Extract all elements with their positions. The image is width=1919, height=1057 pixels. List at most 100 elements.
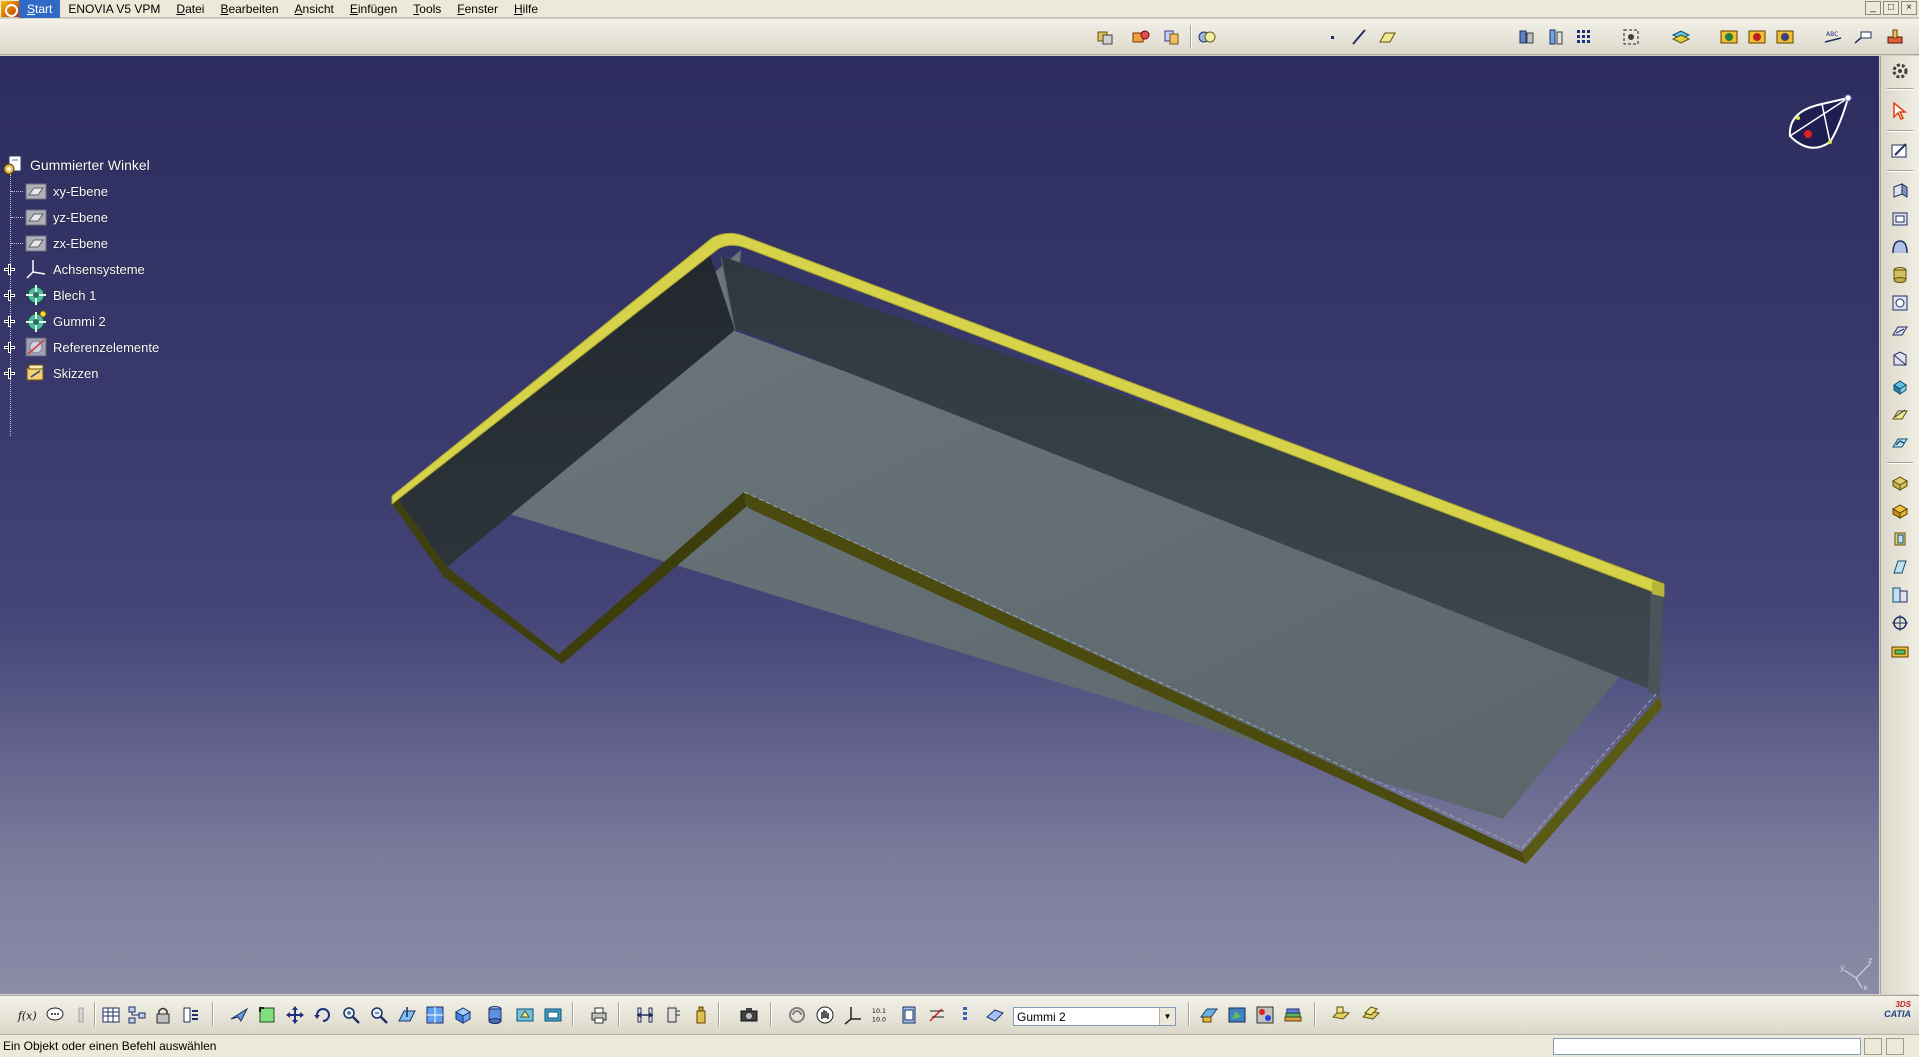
map-icon[interactable]	[1226, 1004, 1248, 1026]
menu-tools[interactable]: Tools	[405, 0, 449, 18]
lock-icon[interactable]	[152, 1004, 174, 1026]
unfold-icon[interactable]	[1889, 432, 1911, 454]
books-icon[interactable]	[1282, 1004, 1304, 1026]
axis-system-icon[interactable]	[842, 1004, 864, 1026]
status-button[interactable]	[1886, 1038, 1904, 1055]
cylinder-icon[interactable]	[1889, 264, 1911, 286]
network-icon[interactable]	[126, 1004, 148, 1026]
render-icon[interactable]	[1718, 26, 1740, 48]
menu-start[interactable]: Start	[19, 0, 61, 18]
measure-item-icon[interactable]	[662, 1004, 684, 1026]
table-icon[interactable]	[100, 1004, 122, 1026]
assembly-icon[interactable]	[1094, 26, 1116, 48]
flag-note-icon[interactable]	[1852, 26, 1874, 48]
expand-icon[interactable]	[4, 264, 15, 275]
stamp-icon[interactable]	[1889, 376, 1911, 398]
workbench-icon[interactable]	[1330, 1004, 1352, 1026]
update-icon[interactable]	[786, 1004, 808, 1026]
shading-icon[interactable]	[484, 1004, 506, 1026]
disabled-tool-icon[interactable]	[70, 1004, 92, 1026]
axis-target-icon[interactable]	[1889, 612, 1911, 634]
wall-icon[interactable]	[1889, 180, 1911, 202]
power-input-field[interactable]	[1553, 1038, 1861, 1055]
swap-visible-space-icon[interactable]	[542, 1004, 564, 1026]
measure-between-icon[interactable]	[634, 1004, 656, 1026]
part-body-icon[interactable]	[1130, 26, 1152, 48]
formula-icon[interactable]: f(x)	[16, 1004, 38, 1026]
expand-icon[interactable]	[4, 342, 15, 353]
parameters-icon[interactable]	[180, 1004, 202, 1026]
point-icon[interactable]	[1321, 26, 1343, 48]
hide-show-icon[interactable]	[514, 1004, 536, 1026]
iso-view-icon[interactable]	[452, 1004, 474, 1026]
camera-icon[interactable]	[738, 1004, 760, 1026]
corner-icon[interactable]	[1889, 348, 1911, 370]
print-icon[interactable]	[588, 1004, 610, 1026]
sketcher-icon[interactable]	[1889, 140, 1911, 162]
layers-icon[interactable]	[1670, 26, 1692, 48]
clipping-icon[interactable]	[898, 1004, 920, 1026]
knowledge-icon[interactable]	[44, 1004, 66, 1026]
catia-app-icon[interactable]	[1, 0, 19, 17]
catalog-icon[interactable]	[1516, 26, 1538, 48]
3d-viewport[interactable]: Gummierter Winkel xy-Ebene yz-Ebene zx-E…	[0, 56, 1879, 994]
fit-all-icon[interactable]	[1620, 26, 1642, 48]
close-button[interactable]: ×	[1901, 1, 1917, 15]
workbench-2-icon[interactable]	[1360, 1004, 1382, 1026]
compass-widget[interactable]	[1780, 86, 1856, 162]
gummed-angle-model[interactable]	[0, 56, 1879, 994]
hole-icon[interactable]	[1889, 292, 1911, 314]
material-icon[interactable]	[1746, 26, 1768, 48]
gear-icon[interactable]	[1889, 60, 1911, 82]
menu-hilfe[interactable]: Hilfe	[506, 0, 546, 18]
zoom-out-icon[interactable]	[368, 1004, 390, 1026]
measure-icon[interactable]	[1545, 26, 1567, 48]
catalog-browser-icon[interactable]	[1254, 1004, 1276, 1026]
menu-datei[interactable]: Datei	[168, 0, 212, 18]
menu-fenster[interactable]: Fenster	[449, 0, 506, 18]
zoom-in-icon[interactable]	[340, 1004, 362, 1026]
analysis-icon[interactable]	[1889, 640, 1911, 662]
publish-icon[interactable]	[1198, 1004, 1220, 1026]
bend-icon[interactable]	[1889, 236, 1911, 258]
expand-icon[interactable]	[4, 368, 15, 379]
sweep-icon[interactable]	[1889, 528, 1911, 550]
normal-view-icon[interactable]	[396, 1004, 418, 1026]
multi-view-icon[interactable]	[424, 1004, 446, 1026]
pan-icon[interactable]	[284, 1004, 306, 1026]
tree-expand-icon[interactable]	[954, 1004, 976, 1026]
menu-ansicht[interactable]: Ansicht	[287, 0, 342, 18]
menu-bearbeiten[interactable]: Bearbeiten	[212, 0, 286, 18]
plane-icon[interactable]	[1376, 26, 1398, 48]
fly-mode-icon[interactable]	[228, 1004, 250, 1026]
expand-icon[interactable]	[4, 290, 15, 301]
flange-icon[interactable]	[1889, 208, 1911, 230]
units-icon[interactable]: 10.1 10.0	[870, 1004, 892, 1026]
status-button[interactable]	[1864, 1038, 1882, 1055]
menu-enovia[interactable]: ENOVIA V5 VPM	[60, 0, 168, 18]
pattern-icon[interactable]	[1889, 404, 1911, 426]
grid-icon[interactable]	[1573, 26, 1595, 48]
maximize-button[interactable]: □	[1883, 1, 1899, 15]
rotate-icon[interactable]	[312, 1004, 334, 1026]
user-stamp-icon[interactable]	[1884, 26, 1906, 48]
menu-einfuegen[interactable]: Einfügen	[342, 0, 405, 18]
chevron-down-icon[interactable]: ▼	[1159, 1008, 1175, 1025]
solid-box-icon[interactable]	[1889, 500, 1911, 522]
line-icon[interactable]	[1348, 26, 1370, 48]
multi-body-icon[interactable]	[1889, 584, 1911, 606]
cutout-icon[interactable]	[1889, 320, 1911, 342]
hand-manipulate-icon[interactable]	[814, 1004, 836, 1026]
part-box-icon[interactable]	[1889, 472, 1911, 494]
expand-icon[interactable]	[4, 316, 15, 327]
current-layer-select[interactable]: Gummi 2 ▼	[1013, 1007, 1176, 1026]
part-group-icon[interactable]	[1160, 26, 1182, 48]
photo-icon[interactable]	[1774, 26, 1796, 48]
layer-filter-icon[interactable]	[984, 1004, 1006, 1026]
surface-icon[interactable]	[1889, 556, 1911, 578]
inertia-icon[interactable]	[690, 1004, 712, 1026]
dimension-icon[interactable]	[926, 1004, 948, 1026]
annotation-text-icon[interactable]: ABC	[1822, 26, 1844, 48]
boolean-icon[interactable]	[1196, 26, 1218, 48]
minimize-button[interactable]: _	[1865, 1, 1881, 15]
